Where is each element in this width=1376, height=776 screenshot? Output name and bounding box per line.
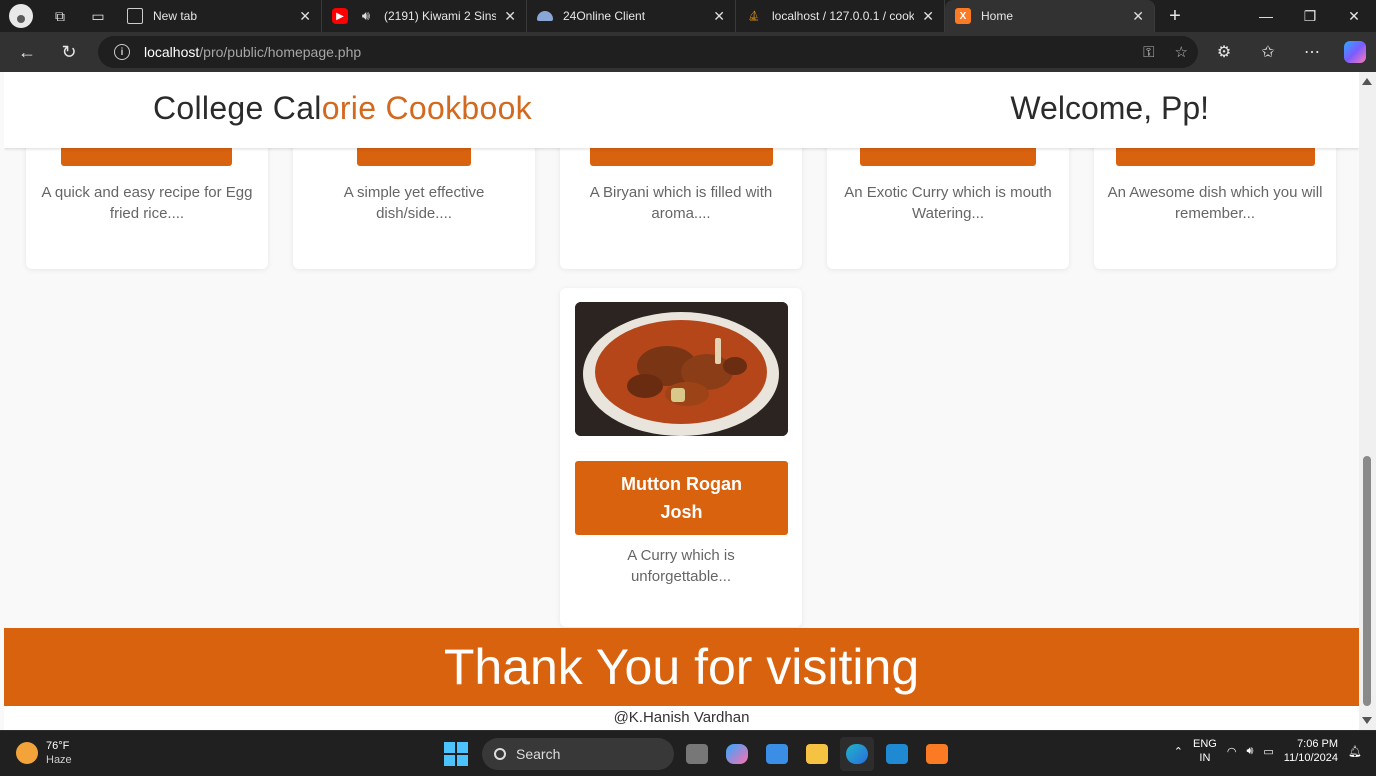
favorite-star-icon[interactable]: ☆ <box>1175 43 1188 61</box>
close-icon[interactable]: ✕ <box>299 8 311 25</box>
weather-haze-icon <box>16 742 38 764</box>
browser-tab-bar: ⧉ ▭ New tab ✕ ▶ 🔊︎ (2191) Kiwami 2 Sins … <box>0 0 1376 32</box>
tab-24online[interactable]: 24Online Client ✕ <box>527 0 736 32</box>
xampp-icon: X <box>955 8 971 24</box>
clock-date: 11/10/2024 <box>1283 752 1339 764</box>
recipe-description: An Awesome dish which you will remember.… <box>1107 184 1323 222</box>
clock-time: 7:06 PM <box>1297 738 1339 750</box>
scroll-down-icon[interactable] <box>1362 717 1372 724</box>
address-bar-row: ← ↻ i localhost/pro/public/homepage.php … <box>0 32 1376 72</box>
lang-region: IN <box>1199 752 1211 764</box>
vscode-icon[interactable] <box>880 737 914 771</box>
footer-thank-you: Thank You for visiting <box>4 628 1359 706</box>
recipe-description: A Curry which is unforgettable... <box>627 547 735 585</box>
copilot-icon[interactable] <box>1344 41 1366 63</box>
notification-bell-icon[interactable]: 🔔︎ <box>1348 745 1362 758</box>
page-viewport: College Calorie Cookbook Welcome, Pp! A … <box>4 72 1359 730</box>
scroll-up-icon[interactable] <box>1362 78 1372 85</box>
refresh-icon[interactable]: ↻ <box>48 32 90 72</box>
edge-browser-icon[interactable] <box>840 737 874 771</box>
tab-actions-icon[interactable]: ▭ <box>79 0 117 32</box>
phpmyadmin-icon: ⛵︎ <box>747 10 761 22</box>
site-header: College Calorie Cookbook Welcome, Pp! <box>4 72 1359 148</box>
battery-icon[interactable]: ▭ <box>1263 745 1273 758</box>
site-title[interactable]: College Calorie Cookbook <box>153 90 532 127</box>
tab-phpmyadmin[interactable]: ⛵︎ localhost / 127.0.0.1 / cookbo ✕ <box>736 0 945 32</box>
task-view-icon[interactable] <box>680 737 714 771</box>
key-icon[interactable]: ⚿ <box>1143 44 1154 61</box>
cloud-icon <box>537 11 553 21</box>
new-tab-button[interactable]: + <box>1155 5 1195 28</box>
lang-code: ENG <box>1192 738 1217 750</box>
volume-icon[interactable]: 🔊︎ <box>1246 745 1253 758</box>
tab-label: New tab <box>153 9 198 23</box>
recipe-description: A simple yet effective dish/side.... <box>343 184 485 222</box>
url-field[interactable]: i localhost/pro/public/homepage.php ⚿ ☆ <box>98 36 1198 68</box>
recipe-description: A Biryani which is filled with aroma.... <box>589 184 773 222</box>
file-explorer-icon[interactable] <box>800 737 834 771</box>
site-title-part2: orie Cookbook <box>321 90 532 126</box>
back-icon[interactable]: ← <box>6 32 48 72</box>
windows-taskbar: 76°F Haze Search ⌃ ENG IN ◠ 🔊︎ ▭ 7:06 PM… <box>0 730 1376 776</box>
taskbar-search[interactable]: Search <box>482 738 674 770</box>
tab-youtube[interactable]: ▶ 🔊︎ (2191) Kiwami 2 Sins of ✕ <box>322 0 527 32</box>
extensions-icon[interactable]: ⚙ <box>1202 42 1246 62</box>
clock[interactable]: 7:06 PM 11/10/2024 <box>1284 737 1338 765</box>
weather-condition: Haze <box>46 754 72 766</box>
tab-label: Home <box>981 9 1014 23</box>
language-indicator[interactable]: ENG IN <box>1193 737 1217 765</box>
xampp-app-icon[interactable] <box>920 737 954 771</box>
workspaces-icon[interactable]: ⧉ <box>41 0 79 32</box>
url-path: /pro/public/homepage.php <box>199 44 362 60</box>
recipe-card-mutton-rogan-josh: Mutton Rogan Josh A Curry which is unfor… <box>560 288 802 627</box>
new-tab-icon <box>127 8 143 24</box>
footer-credit: @K.Hanish Vardhan <box>4 706 1359 730</box>
youtube-icon: ▶ <box>332 8 348 24</box>
site-info-icon[interactable]: i <box>114 44 130 60</box>
recipe-description: An Exotic Curry which is mouth Watering.… <box>844 184 1052 222</box>
scrollbar-thumb[interactable] <box>1363 456 1371 706</box>
weather-temp: 76°F <box>46 740 70 752</box>
wifi-icon[interactable]: ◠ <box>1227 745 1237 758</box>
minimize-icon[interactable]: — <box>1244 0 1288 32</box>
close-icon[interactable]: ✕ <box>504 8 516 25</box>
profile-avatar-icon[interactable] <box>9 4 33 28</box>
speaker-icon[interactable]: 🔊︎ <box>358 8 374 24</box>
close-window-icon[interactable]: ✕ <box>1332 0 1376 32</box>
search-label: Search <box>516 746 561 762</box>
site-title-part1: College Cal <box>153 90 322 126</box>
url-host: localhost <box>144 44 200 60</box>
close-icon[interactable]: ✕ <box>922 8 934 25</box>
curry-bowl-image <box>575 302 788 436</box>
tab-home[interactable]: X Home ✕ <box>945 0 1155 32</box>
favorites-icon[interactable]: ✩ <box>1246 42 1290 62</box>
page-scrollbar[interactable] <box>1359 72 1376 730</box>
tab-label: 24Online Client <box>563 9 646 23</box>
copilot-app-icon[interactable] <box>720 737 754 771</box>
close-icon[interactable]: ✕ <box>1132 8 1144 25</box>
recipe-description: A quick and easy recipe for Egg fried ri… <box>41 184 253 222</box>
show-hidden-icons-icon[interactable]: ⌃ <box>1174 745 1183 758</box>
maximize-icon[interactable]: ❐ <box>1288 0 1332 32</box>
recipe-image[interactable] <box>575 302 788 436</box>
store-icon[interactable] <box>760 737 794 771</box>
search-icon <box>494 748 506 760</box>
tab-new-tab[interactable]: New tab ✕ <box>117 0 322 32</box>
recipe-title-button[interactable]: Mutton Rogan Josh <box>575 461 788 535</box>
weather-widget[interactable]: 76°F Haze <box>16 739 72 767</box>
tab-label: (2191) Kiwami 2 Sins of <box>384 9 497 23</box>
start-windows-icon[interactable] <box>444 742 468 766</box>
welcome-message: Welcome, Pp! <box>1010 90 1209 126</box>
tab-label: localhost / 127.0.0.1 / cookbo <box>772 9 915 23</box>
close-icon[interactable]: ✕ <box>713 8 725 25</box>
more-menu-icon[interactable]: ⋯ <box>1290 42 1334 62</box>
